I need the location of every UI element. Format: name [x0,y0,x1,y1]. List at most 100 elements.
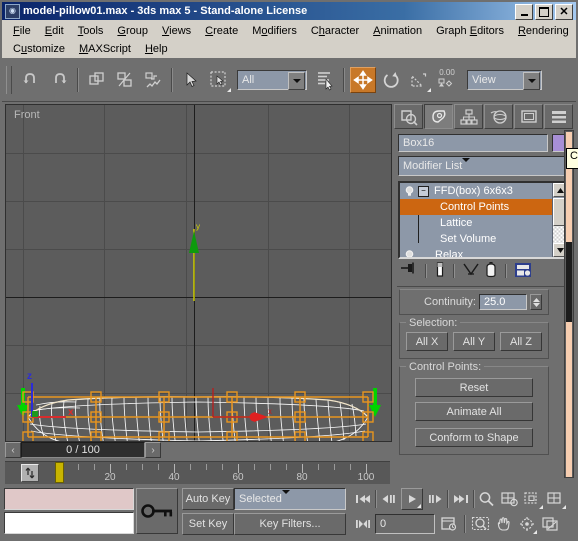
select-and-link-icon[interactable] [84,67,110,93]
all-y-button[interactable]: All Y [453,332,495,351]
zoom-extents-icon[interactable] [522,488,544,510]
remove-modifier-icon[interactable] [484,261,498,281]
menu-graph-editors[interactable]: Graph Editors [429,23,511,39]
stack-item-ffd-box[interactable]: − FFD(box) 6x6x3 [400,183,552,199]
light-bulb-icon[interactable] [403,249,416,257]
make-unique-icon[interactable] [462,262,480,281]
menu-file[interactable]: File [6,23,38,39]
region-zoom-icon[interactable] [470,513,492,535]
min-max-toggle-icon[interactable] [539,513,561,535]
select-object-icon[interactable] [178,67,204,93]
tab-utilities[interactable] [544,104,573,129]
time-slider-field[interactable]: 0 / 100 [21,442,145,458]
continuity-field[interactable]: 25.0 [479,294,527,310]
menu-rendering[interactable]: Rendering [511,23,576,39]
menu-create[interactable]: Create [198,23,245,39]
all-x-button[interactable]: All X [406,332,448,351]
scrollbar-track[interactable] [566,242,572,322]
zoom-all-icon[interactable] [499,488,521,510]
zoom-extents-all-icon[interactable] [545,488,567,510]
menu-group[interactable]: Group [110,23,155,39]
tab-hierarchy[interactable] [454,104,483,129]
stack-item-set-volume[interactable]: Set Volume [400,231,552,247]
menu-modifiers[interactable]: Modifiers [245,23,304,39]
modifier-stack-list[interactable]: − FFD(box) 6x6x3 Control Points Lattice … [400,183,552,257]
modifier-list-dropdown[interactable]: Modifier List [398,156,570,176]
pan-icon[interactable] [493,513,515,535]
select-region-icon[interactable] [206,67,232,93]
go-to-end-button[interactable] [450,488,472,510]
go-to-start-button[interactable] [352,488,374,510]
selection-filter-dropdown[interactable]: All [237,69,307,90]
toolbar-grip[interactable] [6,65,12,94]
animate-all-button[interactable]: Animate All [415,402,533,421]
next-frame-arrow[interactable]: › [145,442,161,458]
menu-edit[interactable]: Edit [38,23,71,39]
unlink-selection-icon[interactable] [112,67,138,93]
menu-views[interactable]: Views [155,23,198,39]
menu-help[interactable]: Help [138,41,175,57]
stack-item-control-points[interactable]: Control Points [400,199,552,215]
current-time-field[interactable]: 0 [375,514,435,534]
modifier-stack[interactable]: − FFD(box) 6x6x3 Control Points Lattice … [398,181,570,259]
selection-lock-toggle[interactable] [136,488,178,534]
stack-item-relax[interactable]: Relax [400,247,552,257]
set-key-button[interactable]: Set Key [182,513,234,535]
tab-display[interactable] [514,104,543,129]
open-mini-curve-editor-button[interactable] [21,464,39,482]
auto-key-button[interactable]: Auto Key [182,488,234,510]
minimize-button[interactable] [515,4,533,20]
next-frame-button[interactable] [424,488,446,510]
all-z-button[interactable]: All Z [500,332,542,351]
bind-to-space-warp-icon[interactable] [140,67,166,93]
menu-character[interactable]: Character [304,23,366,39]
configure-modifier-sets-icon[interactable] [514,262,532,281]
chevron-down-icon[interactable] [281,490,300,508]
viewport-front[interactable]: Front y x z x [5,104,392,442]
previous-frame-button[interactable] [378,488,400,510]
select-and-move-icon[interactable] [350,66,376,93]
pin-stack-icon[interactable] [400,262,418,281]
chevron-down-icon[interactable] [523,71,540,90]
chevron-down-icon[interactable] [288,71,305,90]
zoom-icon[interactable] [476,488,498,510]
continuity-spinner[interactable] [530,294,542,310]
menu-animation[interactable]: Animation [366,23,429,39]
stack-item-lattice[interactable]: Lattice [400,215,552,231]
arc-rotate-icon[interactable] [516,513,538,535]
maximize-button[interactable] [535,4,553,20]
scrollbar-thumb-lower[interactable] [566,322,572,477]
menu-customize[interactable]: Customize [6,41,72,57]
use-pivot-point-center-icon[interactable]: 0.00 [434,67,460,93]
frame-indicator[interactable] [55,462,64,483]
tab-modify[interactable] [424,104,453,129]
previous-frame-arrow[interactable]: ‹ [5,442,21,458]
chevron-down-icon[interactable] [462,158,478,174]
select-by-name-icon[interactable] [312,67,338,93]
redo-icon[interactable] [46,67,72,93]
command-panel-scrollbar[interactable] [564,130,574,478]
key-mode-toggle-button[interactable] [352,513,374,535]
close-button[interactable]: ✕ [555,4,573,20]
show-end-result-icon[interactable] [434,261,446,281]
track-bar[interactable]: 20 40 60 80 100 [5,461,390,484]
conform-to-shape-button[interactable]: Conform to Shape [415,428,533,447]
play-animation-button[interactable] [401,488,423,510]
reset-button[interactable]: Reset [415,378,533,397]
select-and-uniform-scale-icon[interactable] [406,67,432,93]
object-name-field[interactable]: Box16 [398,134,548,152]
prompt-field[interactable] [4,488,134,510]
select-and-rotate-icon[interactable] [378,67,404,93]
tab-motion[interactable] [484,104,513,129]
menu-tools[interactable]: Tools [71,23,111,39]
undo-icon[interactable] [18,67,44,93]
light-bulb-icon[interactable] [403,185,416,198]
tab-create[interactable] [394,104,423,129]
collapse-expand-icon[interactable]: − [418,185,429,197]
menu-maxscript[interactable]: MAXScript [72,41,138,57]
time-configuration-icon[interactable] [438,513,460,535]
status-field[interactable] [4,512,134,534]
reference-coordinate-system-dropdown[interactable]: View [467,69,542,90]
key-mode-dropdown[interactable]: Selected [234,488,346,510]
key-filters-button[interactable]: Key Filters... [234,513,346,535]
